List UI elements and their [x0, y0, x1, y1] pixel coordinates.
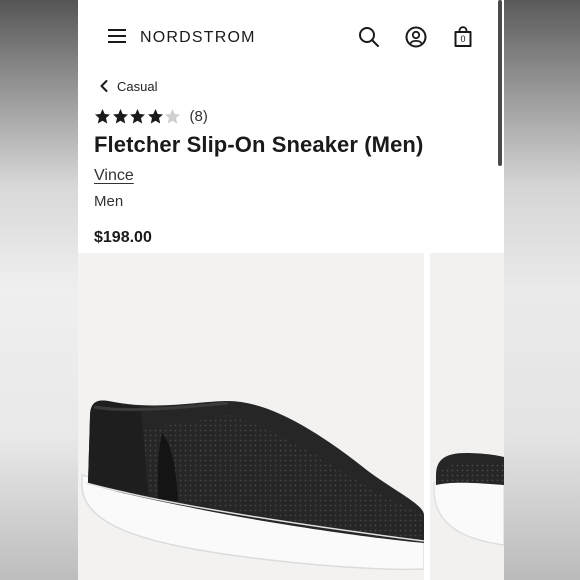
- top-nav-bar: NORDSTROM 0: [78, 0, 504, 76]
- account-icon[interactable]: [405, 26, 427, 53]
- breadcrumb-label: Casual: [117, 78, 158, 94]
- product-price: $198.00: [94, 229, 152, 246]
- review-count[interactable]: (8): [190, 108, 208, 125]
- product-photo-main[interactable]: [78, 253, 424, 580]
- product-title: Fletcher Slip-On Sneaker (Men): [94, 132, 424, 157]
- star-filled-icon: [95, 109, 110, 124]
- menu-icon[interactable]: [108, 28, 126, 44]
- product-image-carousel[interactable]: [78, 253, 504, 580]
- star-filled-icon: [147, 109, 163, 124]
- star-rating[interactable]: (8): [94, 108, 208, 125]
- stars: [94, 108, 182, 125]
- product-category: Men: [94, 193, 124, 210]
- bag-count: 0: [460, 34, 466, 44]
- black-slip-on-sneaker-image: [81, 400, 424, 571]
- breadcrumb[interactable]: Casual: [98, 78, 157, 94]
- product-page: NORDSTROM 0 Casual (8) Fletcher Slip-On …: [78, 0, 504, 580]
- sneaker-side-view-image: [433, 453, 504, 546]
- product-brand-link[interactable]: Vince: [94, 167, 134, 185]
- brand-logo[interactable]: NORDSTROM: [140, 29, 256, 47]
- star-empty-icon: [165, 109, 180, 124]
- star-filled-icon: [112, 109, 128, 124]
- search-icon[interactable]: [358, 26, 380, 53]
- chevron-left-icon: [100, 80, 108, 92]
- product-photo-next[interactable]: [430, 253, 504, 580]
- blurred-background-left: [0, 0, 78, 580]
- blurred-background-right: [504, 0, 580, 580]
- star-filled-icon: [130, 109, 145, 124]
- scrollbar[interactable]: [498, 0, 502, 166]
- shopping-bag-icon[interactable]: 0: [453, 26, 473, 53]
